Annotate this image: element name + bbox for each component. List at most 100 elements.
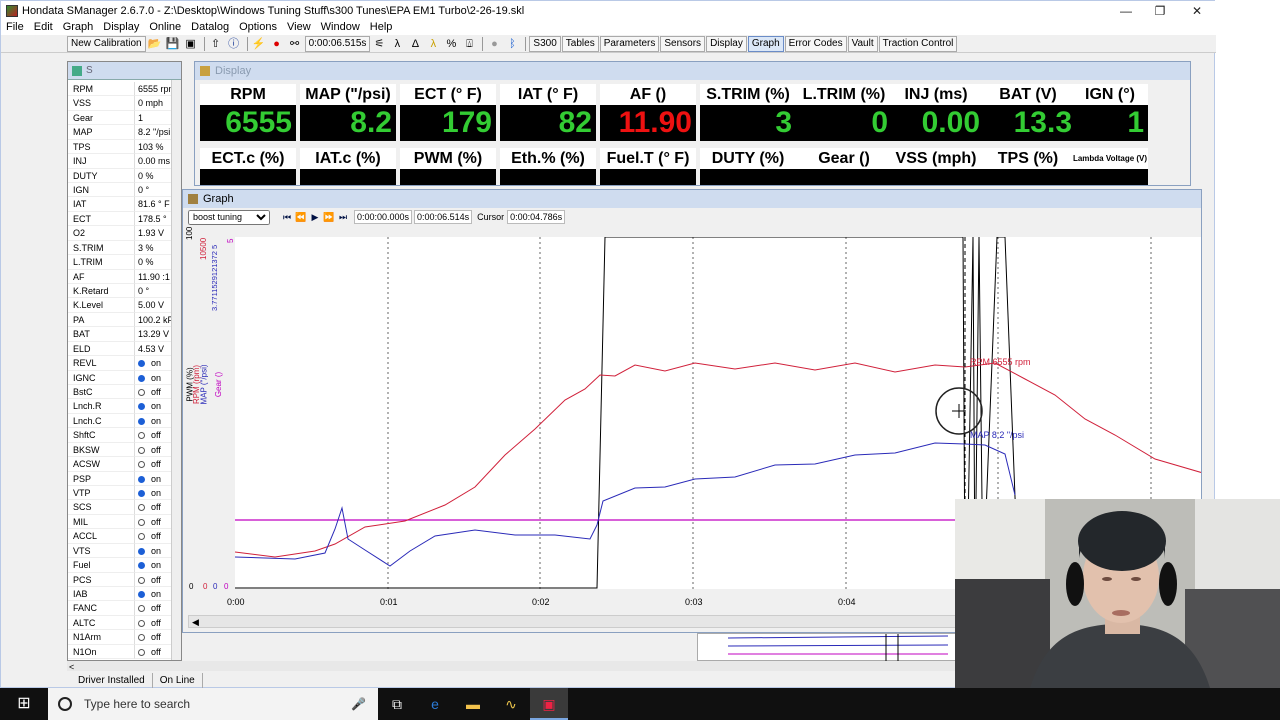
sensor-value: 8.2 "/psi: [135, 125, 173, 140]
bluetooth-icon[interactable]: ᛒ: [504, 36, 520, 52]
traction-control-button[interactable]: Traction Control: [878, 35, 958, 52]
sensors-scrollbar[interactable]: [171, 80, 181, 660]
gear-axis-label: Gear (): [214, 371, 224, 398]
graph-button[interactable]: Graph: [747, 35, 784, 52]
graph-preset-select[interactable]: boost tuning: [188, 209, 270, 225]
menu-edit[interactable]: Edit: [29, 20, 58, 35]
pwm-zero-value: 0: [189, 582, 194, 591]
microphone-icon[interactable]: 🎤: [351, 697, 366, 711]
sensor-row: PSP on: [68, 471, 173, 486]
windows-start-icon[interactable]: ⊞: [0, 688, 48, 720]
heartbeat-app-icon[interactable]: ∿: [492, 688, 530, 720]
menu-datalog[interactable]: Datalog: [186, 20, 234, 35]
sensor-row: K.Level 5.00 V: [68, 298, 173, 313]
rewind-icon[interactable]: ⏪: [294, 210, 308, 224]
task-view-icon[interactable]: ⧉: [378, 688, 416, 720]
lambda-arrow-icon[interactable]: λ: [425, 36, 441, 52]
gauge-value: 0.00: [888, 105, 984, 141]
gauge: IGN (°) 1: [1072, 84, 1148, 141]
status-dot-icon: [138, 417, 145, 425]
sensor-state: on: [151, 372, 162, 383]
file-explorer-icon[interactable]: ▬: [454, 688, 492, 720]
menu-help[interactable]: Help: [365, 20, 398, 35]
sensor-row: ALTC off: [68, 615, 173, 631]
upload-icon[interactable]: ⇧: [208, 36, 224, 52]
trace-icon[interactable]: ⚯: [287, 36, 303, 52]
sensor-value: off: [135, 645, 173, 660]
toolbar-separator: [203, 36, 205, 51]
first-icon[interactable]: ⏮: [280, 210, 294, 224]
close-button[interactable]: ✕: [1179, 1, 1215, 21]
sensor-label: ShftC: [68, 428, 135, 443]
main-horizontal-scrollbar[interactable]: <: [67, 661, 957, 672]
delta-lambda-icon[interactable]: Δ: [407, 36, 423, 52]
edge-icon[interactable]: e: [416, 688, 454, 720]
open-folder-icon[interactable]: 📂: [147, 36, 163, 52]
minimize-button[interactable]: —: [1108, 1, 1144, 21]
sensor-value: 11.90 :1: [135, 270, 173, 284]
gauge: L.TRIM (%) 0: [796, 84, 892, 141]
gauge: RPM 6555: [200, 84, 296, 141]
gauge: MAP ("/psi) 8.2: [300, 84, 396, 141]
x-tick-1: 0:01: [380, 597, 398, 607]
sensor-value: 4.53 V: [135, 342, 173, 357]
sensor-value: 1: [135, 111, 173, 126]
lambda-icon[interactable]: λ: [389, 36, 405, 52]
status-dot-icon: [138, 648, 145, 656]
sensor-value: off: [135, 616, 173, 631]
last-icon[interactable]: ⏭: [336, 210, 350, 224]
s300-button[interactable]: S300: [529, 35, 561, 52]
sensor-row: BstC off: [68, 385, 173, 400]
save-icon[interactable]: 💾: [165, 36, 181, 52]
sensor-value: on: [135, 544, 173, 559]
smanager-taskbar-icon[interactable]: ▣: [530, 688, 568, 720]
menu-options[interactable]: Options: [234, 20, 282, 35]
sensor-label: VTP: [68, 486, 135, 501]
vault-button[interactable]: Vault: [847, 35, 878, 52]
graph-window-header: Graph: [183, 190, 1201, 208]
play-icon[interactable]: ▶: [308, 210, 322, 224]
chip-icon[interactable]: ▣: [183, 36, 199, 52]
sensor-row: TPS 103 %: [68, 139, 173, 155]
display-button[interactable]: Display: [706, 35, 747, 52]
gauge-label: INJ (ms): [888, 84, 984, 105]
gauge: INJ (ms) 0.00: [888, 84, 984, 141]
overview-minichart[interactable]: [697, 633, 956, 662]
percent-icon[interactable]: %: [443, 36, 459, 52]
sensor-value: 1.93 V: [135, 226, 173, 241]
menu-view[interactable]: View: [282, 20, 316, 35]
sensor-row: PA100.2 kPa: [68, 312, 173, 328]
sensor-state: off: [151, 632, 161, 643]
gauge: AF () 11.90: [600, 84, 696, 141]
sensor-label: MAP: [68, 125, 135, 140]
sensor-row: MAP 8.2 "/psi: [68, 125, 173, 140]
info-icon[interactable]: ⓘ: [226, 36, 242, 52]
sensor-label: INJ: [68, 154, 135, 169]
new-calibration-button[interactable]: New Calibration: [67, 35, 146, 52]
menu-display[interactable]: Display: [98, 20, 144, 35]
tune-icon[interactable]: ⚟: [371, 36, 387, 52]
menu-file[interactable]: File: [1, 20, 29, 35]
restore-button[interactable]: ❐: [1142, 1, 1178, 21]
parameters-button[interactable]: Parameters: [599, 35, 660, 52]
error-codes-button[interactable]: Error Codes: [784, 35, 847, 52]
sensor-label: PCS: [68, 572, 135, 587]
gauge: IAT.c (%): [300, 148, 396, 185]
record-icon[interactable]: ●: [269, 36, 285, 52]
taskbar-search[interactable]: Type here to search 🎤: [48, 688, 378, 720]
tables-button[interactable]: Tables: [561, 35, 599, 52]
sensor-value: 81.6 ° F: [135, 197, 173, 212]
sensors-button[interactable]: Sensors: [660, 35, 706, 52]
delta-box-icon[interactable]: ⍍: [461, 36, 477, 52]
menu-online[interactable]: Online: [144, 20, 186, 35]
forward-icon[interactable]: ⏩: [322, 210, 336, 224]
sensor-label: K.Level: [68, 298, 135, 313]
graph-toolbar: boost tuning ⏮ ⏪ ▶ ⏩ ⏭ 0:00:00.000s 0:00…: [183, 208, 1201, 226]
menu-window[interactable]: Window: [316, 20, 365, 35]
gauge-label: RPM: [200, 84, 296, 105]
menu-graph[interactable]: Graph: [58, 20, 99, 35]
sensor-row: MIL off: [68, 514, 173, 530]
gray-circle-icon[interactable]: ●: [486, 36, 502, 52]
gauge-label: AF (): [600, 84, 696, 105]
lightning-icon[interactable]: ⚡: [251, 36, 267, 52]
